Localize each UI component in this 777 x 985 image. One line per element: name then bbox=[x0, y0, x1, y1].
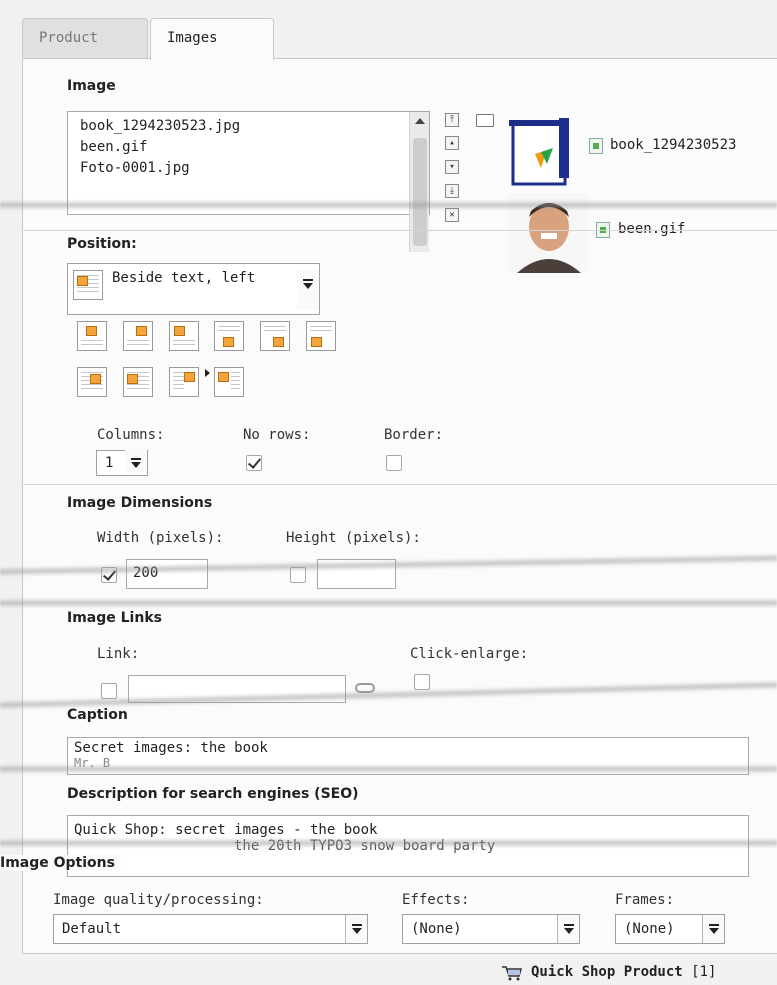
effects-select[interactable]: (None) bbox=[402, 914, 580, 944]
caption-heading: Caption bbox=[67, 707, 128, 723]
book-thumbnail-icon bbox=[509, 118, 569, 186]
selected-marker-icon bbox=[205, 369, 210, 377]
position-beside-left-icon[interactable] bbox=[214, 367, 244, 397]
file-list-item[interactable]: Foto-0001.jpg bbox=[80, 160, 190, 176]
torn-edge bbox=[0, 200, 777, 210]
chevron-down-icon[interactable] bbox=[557, 915, 579, 943]
position-selected-value: Beside text, left bbox=[112, 270, 256, 286]
image-options-heading: Image Options bbox=[0, 855, 121, 871]
click-enlarge-checkbox[interactable] bbox=[414, 674, 430, 690]
divider bbox=[22, 484, 777, 485]
chevron-down-icon[interactable] bbox=[702, 915, 724, 943]
image-file-icon bbox=[589, 138, 603, 154]
border-checkbox[interactable] bbox=[386, 455, 402, 471]
seo-line: Quick Shop: secret images - the book bbox=[74, 822, 378, 838]
seo-heading: Description for search engines (SEO) bbox=[67, 786, 359, 802]
position-above-center-icon[interactable] bbox=[123, 321, 153, 351]
quality-label: Image quality/processing: bbox=[53, 892, 264, 908]
preview-filename: book_1294230523 bbox=[610, 137, 737, 153]
click-enlarge-label: Click-enlarge: bbox=[410, 646, 529, 662]
remove-icon[interactable]: ✕ bbox=[445, 208, 459, 222]
position-below-left-icon[interactable] bbox=[214, 321, 244, 351]
record-count: [1] bbox=[691, 964, 717, 980]
move-down-icon[interactable]: ▾ bbox=[445, 160, 459, 174]
move-top-icon[interactable]: ⤒ bbox=[445, 113, 459, 127]
chevron-down-icon[interactable] bbox=[125, 449, 147, 473]
frames-label: Frames: bbox=[615, 892, 675, 908]
links-heading: Image Links bbox=[67, 610, 162, 626]
position-intext-left-icon[interactable] bbox=[123, 367, 153, 397]
effects-label: Effects: bbox=[402, 892, 470, 908]
columns-select[interactable]: 1 bbox=[96, 449, 148, 476]
no-rows-checkbox[interactable] bbox=[246, 455, 262, 471]
effects-value: (None) bbox=[411, 921, 462, 937]
columns-label: Columns: bbox=[97, 427, 165, 443]
quality-value: Default bbox=[62, 921, 122, 937]
position-above-right-icon[interactable] bbox=[169, 321, 199, 351]
file-list-item[interactable]: book_1294230523.jpg bbox=[80, 118, 240, 134]
position-select[interactable]: Beside text, left bbox=[67, 263, 320, 315]
position-preview-icon bbox=[73, 270, 103, 300]
torn-edge bbox=[0, 838, 777, 848]
record-type-label: Quick Shop Product bbox=[531, 964, 683, 980]
scroll-up-icon[interactable] bbox=[415, 118, 425, 124]
width-label: Width (pixels): bbox=[97, 530, 224, 546]
position-beside-right-icon[interactable] bbox=[169, 367, 199, 397]
tab-product[interactable]: Product bbox=[22, 18, 148, 58]
no-rows-label: No rows: bbox=[243, 427, 311, 443]
move-bottom-icon[interactable]: ⤓ bbox=[445, 184, 459, 198]
frames-select[interactable]: (None) bbox=[615, 914, 725, 944]
border-label: Border: bbox=[384, 427, 444, 443]
caption-line: Secret images: the book bbox=[74, 740, 268, 756]
folder-icon[interactable] bbox=[476, 114, 494, 127]
chevron-down-icon[interactable] bbox=[345, 915, 367, 943]
position-below-center-icon[interactable] bbox=[260, 321, 290, 351]
torn-edge bbox=[0, 598, 777, 608]
shopping-cart-icon bbox=[502, 966, 522, 981]
position-label: Position: bbox=[67, 236, 137, 252]
chevron-down-icon[interactable] bbox=[297, 270, 319, 310]
frames-value: (None) bbox=[624, 921, 675, 937]
columns-value: 1 bbox=[105, 455, 114, 471]
record-footer[interactable]: Quick Shop Product [1] bbox=[531, 964, 716, 980]
height-label: Height (pixels): bbox=[286, 530, 421, 546]
position-above-left-icon[interactable] bbox=[77, 321, 107, 351]
quality-select[interactable]: Default bbox=[53, 914, 368, 944]
image-heading: Image bbox=[67, 78, 116, 94]
tab-images[interactable]: Images bbox=[150, 18, 274, 60]
move-up-icon[interactable]: ▴ bbox=[445, 136, 459, 150]
file-list-scrollbar[interactable] bbox=[409, 112, 429, 252]
divider bbox=[22, 230, 777, 231]
dimensions-heading: Image Dimensions bbox=[67, 495, 213, 511]
position-below-right-icon[interactable] bbox=[306, 321, 336, 351]
torn-edge bbox=[0, 764, 777, 774]
position-intext-right-icon[interactable] bbox=[77, 367, 107, 397]
link-label: Link: bbox=[97, 646, 140, 662]
preview-filename: been.gif bbox=[618, 221, 686, 237]
tab-bar: Product Images bbox=[0, 0, 777, 60]
file-list-item[interactable]: been.gif bbox=[80, 139, 147, 155]
